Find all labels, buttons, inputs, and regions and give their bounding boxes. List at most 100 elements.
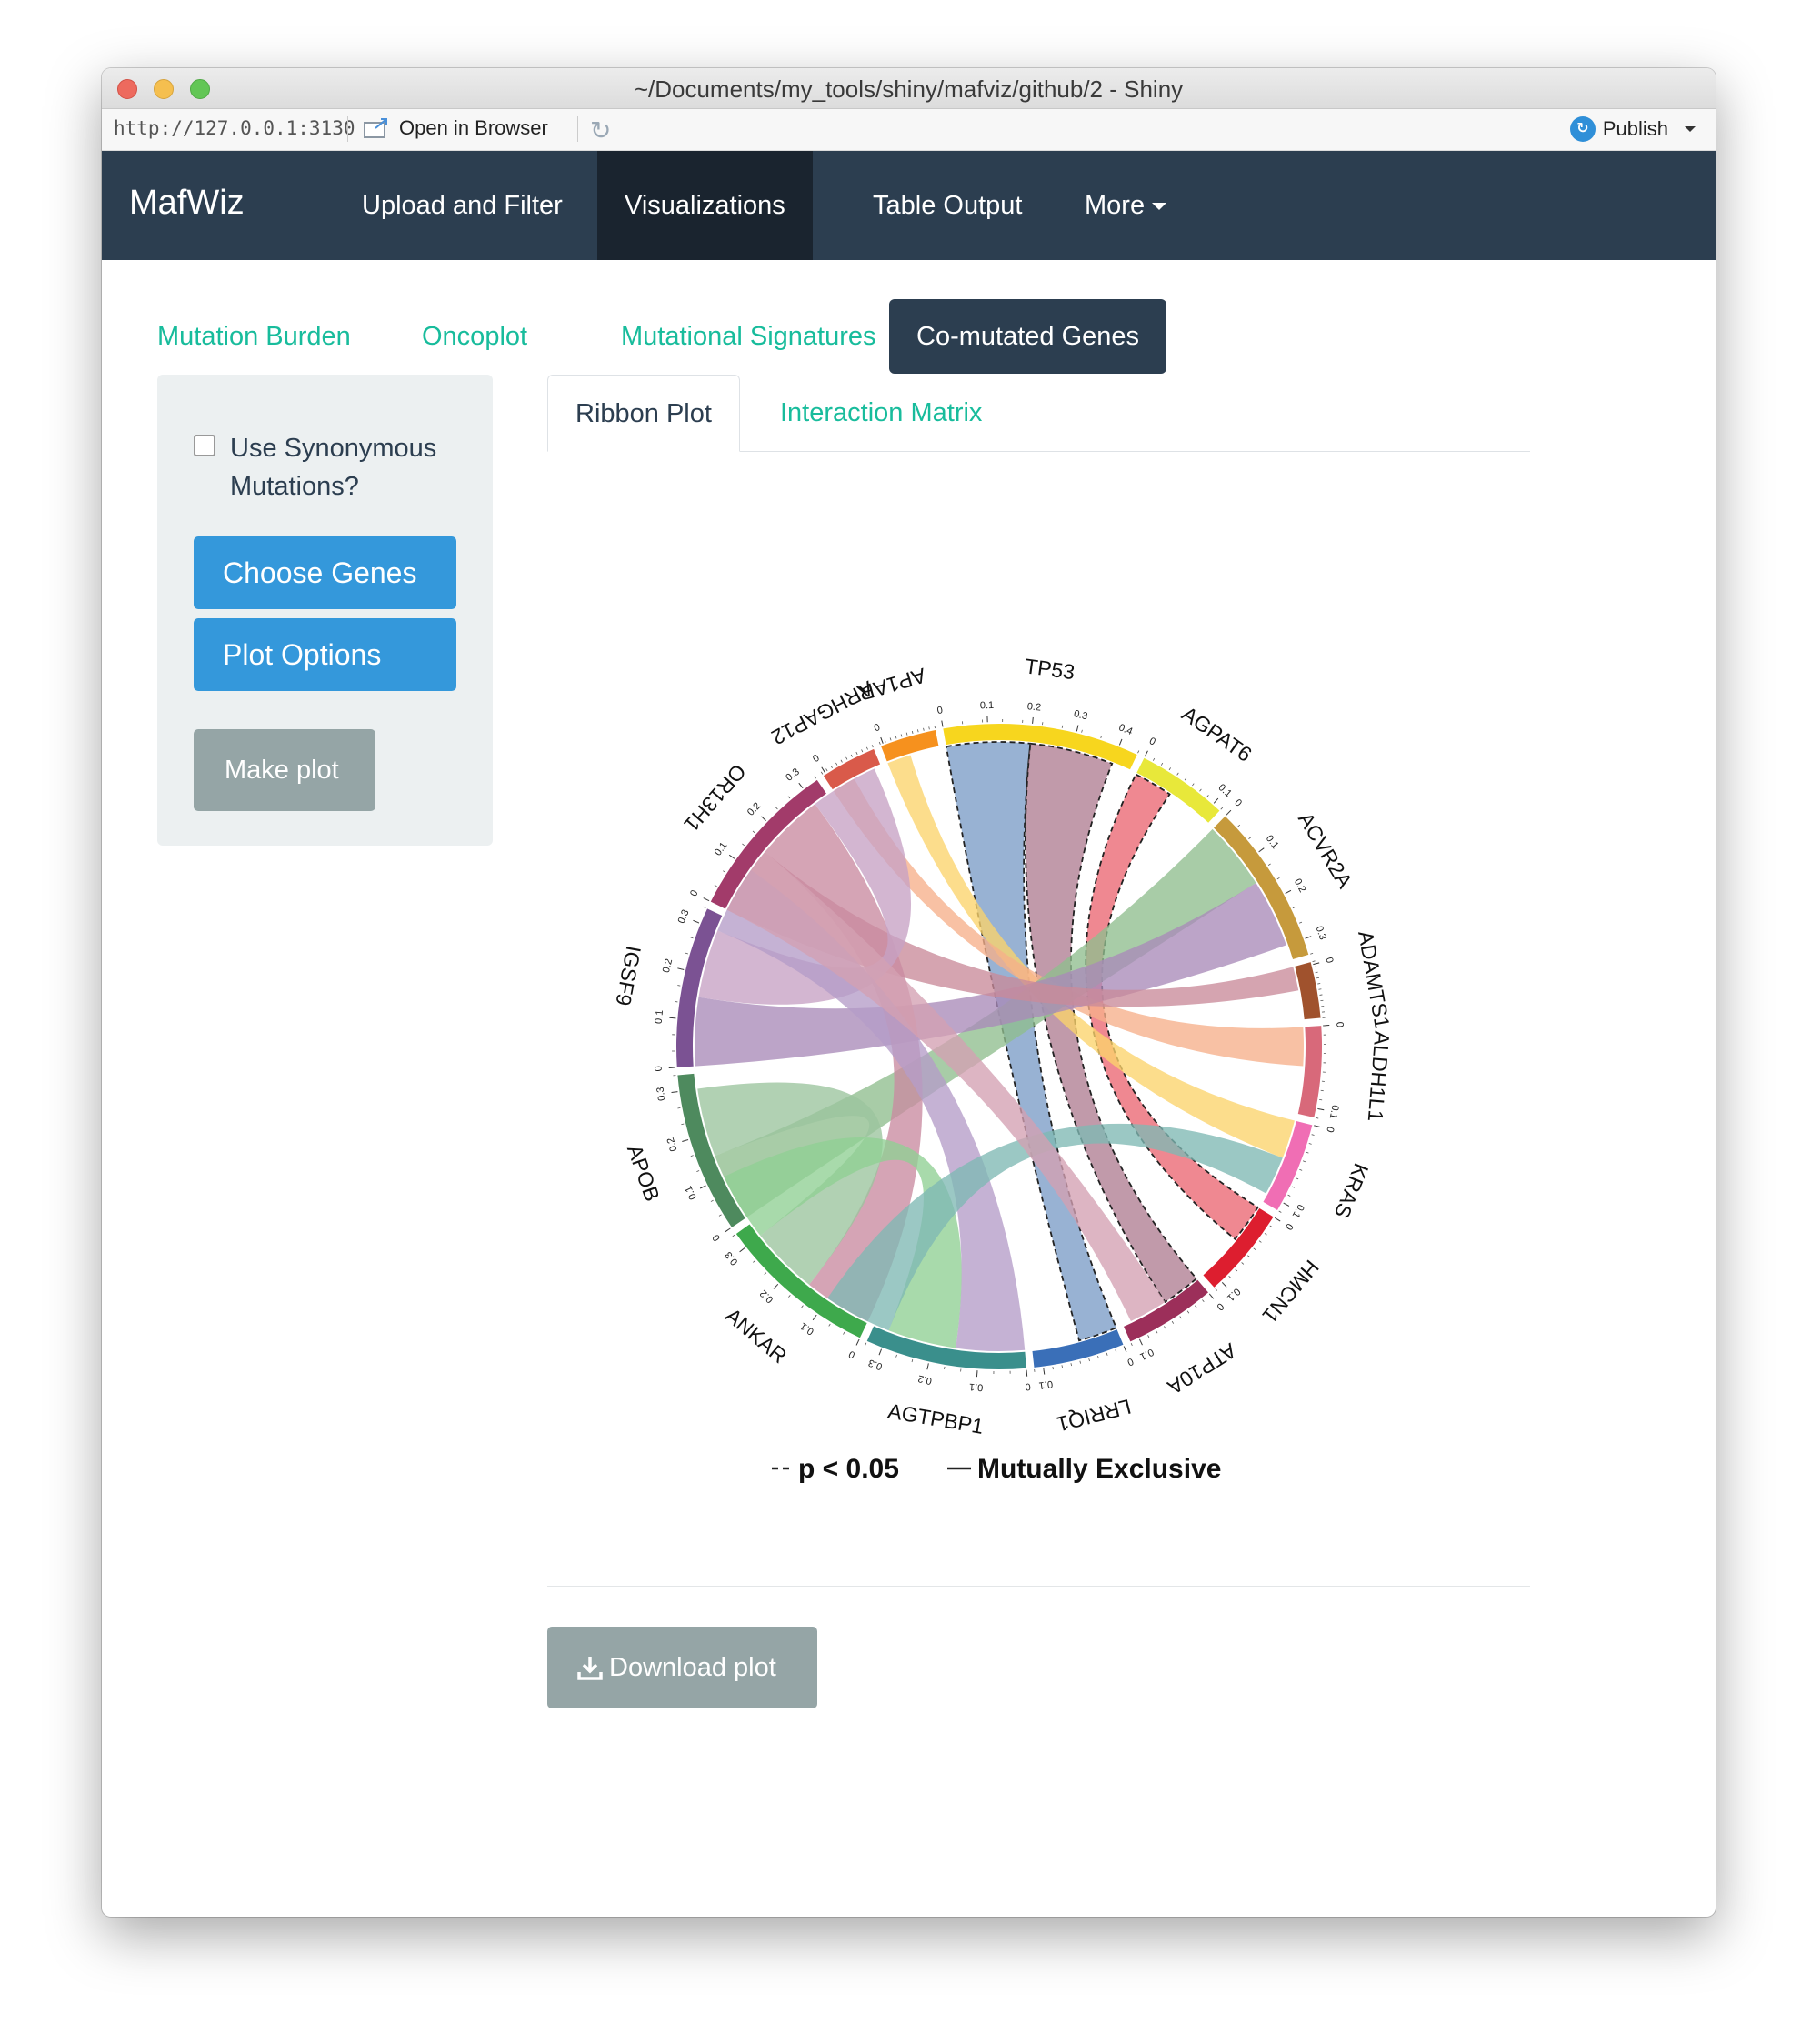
minor-tick bbox=[814, 776, 817, 779]
gene-label-aldh1l1: ALDH1L1 bbox=[1364, 1030, 1395, 1122]
top-navbar: MafWiz Upload and Filter Visualizations … bbox=[102, 151, 1716, 260]
minor-tick bbox=[1119, 742, 1121, 746]
minor-tick bbox=[1106, 1352, 1108, 1356]
pill-co-mutated-genes[interactable]: Co-mutated Genes bbox=[889, 299, 1167, 374]
tick-label: 0 bbox=[811, 753, 822, 765]
minor-tick bbox=[1176, 772, 1179, 776]
minor-tick bbox=[1070, 1363, 1072, 1367]
nav-visualizations[interactable]: Visualizations bbox=[597, 151, 813, 260]
minor-tick bbox=[1061, 725, 1064, 728]
minor-tick bbox=[889, 737, 892, 741]
tick-label: 0.2 bbox=[1292, 877, 1308, 894]
minor-tick bbox=[1253, 1247, 1256, 1250]
nav-upload-and-filter[interactable]: Upload and Filter bbox=[335, 151, 590, 260]
minor-tick bbox=[1317, 1108, 1321, 1110]
open-in-browser-icon bbox=[364, 118, 387, 138]
address-bar: http://127.0.0.1:3130 Open in Browser ↻ … bbox=[102, 109, 1716, 151]
tab-interaction-matrix[interactable]: Interaction Matrix bbox=[753, 375, 1009, 452]
open-in-browser-button[interactable]: Open in Browser bbox=[363, 116, 548, 140]
download-plot-button[interactable]: Download plot bbox=[547, 1627, 817, 1708]
pill-mutational-signatures[interactable]: Mutational Signatures bbox=[594, 299, 904, 374]
minor-tick bbox=[1228, 1275, 1232, 1278]
minor-tick bbox=[861, 749, 864, 753]
tick-label: 0.2 bbox=[661, 957, 675, 974]
minor-tick bbox=[1164, 1326, 1166, 1329]
tick-label: 0.2 bbox=[665, 1137, 680, 1153]
minor-tick bbox=[850, 754, 853, 757]
tick-label: 0.2 bbox=[1026, 701, 1041, 714]
minor-tick bbox=[1123, 1346, 1126, 1349]
tick-mark bbox=[1313, 962, 1320, 966]
tick-label: 0.2 bbox=[745, 800, 763, 817]
tick-label: 0.3 bbox=[784, 766, 801, 784]
minor-tick bbox=[911, 730, 914, 734]
choose-genes-button[interactable]: Choose Genes bbox=[194, 536, 456, 609]
minor-tick bbox=[732, 1234, 735, 1237]
minor-tick bbox=[828, 1323, 831, 1327]
synonymous-checkbox-label[interactable]: Use Synonymous Mutations? bbox=[230, 429, 466, 506]
minor-tick bbox=[800, 786, 804, 788]
minor-tick bbox=[677, 985, 681, 987]
nav-table-output-label: Table Output bbox=[873, 191, 1023, 220]
make-plot-button[interactable]: Make plot bbox=[194, 729, 375, 811]
tick-label: 0.1 bbox=[980, 700, 995, 712]
minor-tick bbox=[1081, 729, 1083, 733]
minor-tick bbox=[714, 884, 717, 887]
minor-tick bbox=[1296, 1177, 1299, 1180]
minor-tick bbox=[752, 830, 755, 834]
minor-tick bbox=[1153, 757, 1156, 761]
minor-tick bbox=[1137, 750, 1140, 754]
minor-tick bbox=[1299, 1168, 1303, 1171]
tick-label: 0.1 bbox=[1327, 1104, 1341, 1119]
minor-tick bbox=[1317, 983, 1321, 985]
tick-label: 0 bbox=[936, 705, 944, 716]
minor-tick bbox=[775, 807, 778, 810]
minor-tick bbox=[942, 724, 944, 727]
brand-logo[interactable]: MafWiz bbox=[129, 184, 245, 223]
gene-label-adamts1: ADAMTS1 bbox=[1354, 929, 1395, 1031]
minor-tick bbox=[895, 736, 897, 739]
minor-tick bbox=[1168, 767, 1171, 771]
refresh-icon[interactable]: ↻ bbox=[590, 115, 611, 145]
synonymous-checkbox[interactable] bbox=[194, 435, 215, 456]
tick-label: 0.3 bbox=[723, 1249, 740, 1267]
publish-button[interactable]: ↻ Publish bbox=[1569, 116, 1696, 142]
gene-label-hmcn1: HMCN1 bbox=[1257, 1256, 1324, 1328]
gene-label-kras: KRAS bbox=[1330, 1160, 1374, 1222]
minor-tick bbox=[1316, 1117, 1319, 1119]
minor-tick bbox=[1192, 783, 1195, 787]
pill-mutation-burden[interactable]: Mutation Burden bbox=[130, 299, 378, 374]
plot-options-button[interactable]: Plot Options bbox=[194, 618, 456, 691]
tick-label: 0 bbox=[1232, 797, 1244, 809]
tick-label: 0.2 bbox=[758, 1288, 775, 1305]
minor-tick bbox=[677, 1107, 681, 1109]
minor-tick bbox=[895, 1354, 897, 1358]
minor-tick bbox=[845, 756, 848, 760]
minor-tick bbox=[1222, 1282, 1225, 1285]
synonymous-checkbox-row[interactable]: Use Synonymous Mutations? bbox=[194, 429, 466, 506]
minor-tick bbox=[753, 1260, 755, 1263]
minor-tick bbox=[1186, 1310, 1190, 1314]
minor-tick bbox=[685, 952, 688, 955]
tick-label: 0.1 bbox=[654, 1009, 665, 1024]
chevron-down-icon bbox=[1685, 126, 1696, 132]
minor-tick bbox=[690, 937, 694, 939]
minor-tick bbox=[944, 1366, 946, 1369]
address-separator bbox=[577, 116, 578, 142]
nav-table-output[interactable]: Table Output bbox=[845, 151, 1049, 260]
legend-exclusive-label: Mutually Exclusive bbox=[977, 1454, 1221, 1484]
minor-tick bbox=[1264, 1233, 1267, 1236]
minor-tick bbox=[690, 1155, 694, 1157]
pill-oncoplot[interactable]: Oncoplot bbox=[395, 299, 555, 374]
minor-tick bbox=[1195, 1305, 1197, 1308]
chord-links bbox=[695, 741, 1304, 1351]
nav-more-dropdown[interactable]: More bbox=[1057, 151, 1194, 260]
minor-tick bbox=[1213, 800, 1216, 804]
minor-tick bbox=[1276, 877, 1280, 880]
tick-label: 0 bbox=[1324, 1126, 1336, 1134]
minor-tick bbox=[710, 1199, 714, 1202]
chart-legend: p < 0.05 Mutually Exclusive bbox=[772, 1454, 1221, 1484]
tab-ribbon-plot[interactable]: Ribbon Plot bbox=[547, 375, 740, 452]
minor-tick bbox=[788, 1295, 791, 1298]
minor-tick bbox=[1305, 937, 1308, 939]
